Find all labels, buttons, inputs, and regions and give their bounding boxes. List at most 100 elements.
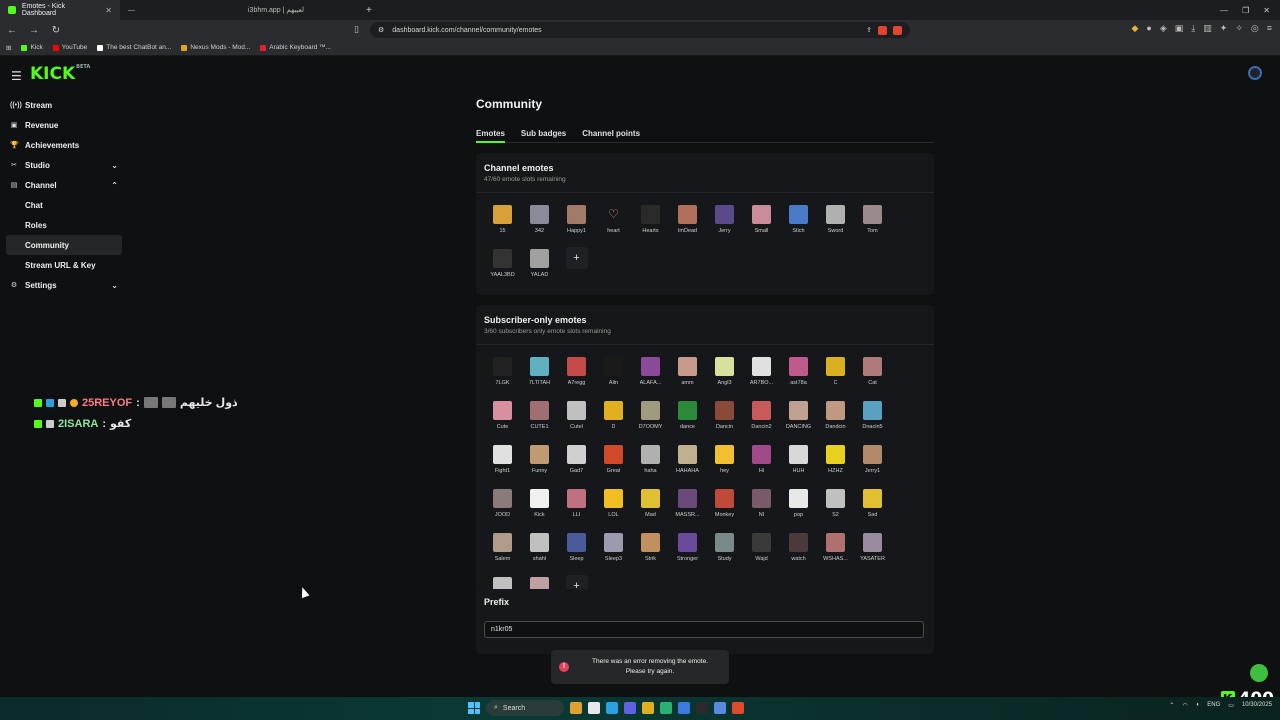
emote-tile[interactable]: LOL <box>595 483 632 527</box>
emote-tile[interactable]: ALAFA... <box>632 351 669 395</box>
emote-tile[interactable]: A7regg <box>558 351 595 395</box>
chevron-down-icon[interactable]: ⌄ <box>111 161 122 170</box>
tab-emotes[interactable]: Emotes <box>476 129 505 143</box>
emote-tile[interactable]: Dancin <box>706 395 743 439</box>
address-bar[interactable]: ⚙ dashboard.kick.com/channel/community/e… <box>370 22 910 38</box>
emote-tile[interactable]: amm <box>669 351 706 395</box>
taskbar-app-icon[interactable] <box>678 702 690 714</box>
sidebar-item-achievements[interactable]: 🏆 Achievements <box>6 135 122 155</box>
emote-tile[interactable]: ImDead <box>669 199 706 243</box>
bookmark-page-icon[interactable]: ▯ <box>354 24 359 35</box>
emote-tile[interactable]: Salem <box>484 527 521 571</box>
emote-tile[interactable]: HAHAHA <box>669 439 706 483</box>
tab-channel-points[interactable]: Channel points <box>582 129 640 143</box>
emote-tile[interactable]: C <box>817 351 854 395</box>
brave-wallet-icon[interactable]: ◆ <box>1131 23 1138 34</box>
emote-tile[interactable]: AR7BO... <box>743 351 780 395</box>
emote-tile[interactable]: pop <box>780 483 817 527</box>
emote-tile[interactable]: 7LGK <box>484 351 521 395</box>
emote-tile[interactable]: Fight1 <box>484 439 521 483</box>
chevron-down-icon[interactable]: ⌄ <box>111 281 122 290</box>
sidebar-item-chat[interactable]: Chat <box>6 195 122 215</box>
restore-icon[interactable]: ❐ <box>1242 6 1249 15</box>
emote-tile[interactable]: ♡ heart <box>595 199 632 243</box>
sidebar-item-studio[interactable]: ✂ Studio ⌄ <box>6 155 122 175</box>
prefix-input[interactable]: n1kr05 <box>484 621 924 638</box>
emote-tile[interactable]: Jerry1 <box>854 439 891 483</box>
emote-tile[interactable]: Cutel <box>558 395 595 439</box>
chevron-up-icon[interactable]: ⌃ <box>1169 702 1174 709</box>
emote-tile[interactable]: HZHZ <box>817 439 854 483</box>
emote-tile[interactable]: Sword <box>817 199 854 243</box>
wifi-icon[interactable]: ◠ <box>1182 702 1187 709</box>
emote-tile[interactable]: Hearts <box>632 199 669 243</box>
vpn-icon[interactable]: ◎ <box>1251 23 1259 34</box>
close-window-icon[interactable]: ✕ <box>1263 6 1270 15</box>
network-icon[interactable]: ▭ <box>1228 702 1234 709</box>
bookmark-kick[interactable]: Kick <box>21 44 43 51</box>
emote-tile[interactable]: Angl3 <box>706 351 743 395</box>
emote-tile[interactable]: Dandcin <box>817 395 854 439</box>
windows-start-icon[interactable] <box>468 702 480 714</box>
sidebar-item-channel[interactable]: ▤ Channel ⌃ <box>6 175 122 195</box>
extension-icon[interactable]: ◈ <box>1160 23 1167 34</box>
emote-tile[interactable]: LLI <box>558 483 595 527</box>
emote-tile[interactable]: Wajd <box>743 527 780 571</box>
emote-tile[interactable]: Sad <box>854 483 891 527</box>
emote-tile[interactable]: D <box>595 395 632 439</box>
extension-icon[interactable]: ▣ <box>1175 23 1184 34</box>
emote-tile[interactable]: watch <box>780 527 817 571</box>
extension-icon[interactable]: ● <box>1146 23 1151 34</box>
emote-tile[interactable]: JOOD <box>484 483 521 527</box>
emote-tile[interactable]: Cute <box>484 395 521 439</box>
sidebar-item-stream[interactable]: ((•)) Stream <box>6 95 122 115</box>
emote-tile[interactable]: Mad <box>632 483 669 527</box>
emote-tile[interactable]: NI <box>743 483 780 527</box>
emote-tile[interactable]: HUH <box>780 439 817 483</box>
extensions-puzzle-icon[interactable]: ✦ <box>1220 23 1228 34</box>
brave-rewards-icon[interactable] <box>893 25 902 35</box>
leo-icon[interactable]: ✧ <box>1235 23 1243 34</box>
taskbar-app-icon[interactable] <box>696 702 708 714</box>
emote-tile[interactable]: Small <box>743 199 780 243</box>
emote-tile[interactable]: CUTE1 <box>521 395 558 439</box>
emote-tile[interactable]: Monkey <box>706 483 743 527</box>
emote-tile[interactable]: Strik <box>632 527 669 571</box>
bookmark-nexus-mods[interactable]: Nexus Mods - Mod... <box>181 44 250 51</box>
language-indicator[interactable]: ENG <box>1207 702 1220 708</box>
brave-shield-icon[interactable] <box>878 25 887 35</box>
taskbar-app-icon[interactable] <box>624 702 636 714</box>
emote-tile[interactable]: D7OOMY <box>632 395 669 439</box>
emote-tile[interactable]: S2 <box>817 483 854 527</box>
taskbar-app-icon[interactable] <box>570 702 582 714</box>
emote-tile[interactable]: shahl <box>521 527 558 571</box>
emote-tile[interactable]: Dnacin5 <box>854 395 891 439</box>
bookmark-arabic-keyboard[interactable]: Arabic Keyboard ™... <box>260 44 331 51</box>
browser-tab[interactable]: i3bhm.app | لعيبهم <box>240 0 360 20</box>
download-icon[interactable]: ⤓ <box>1191 23 1195 34</box>
taskbar-app-icon[interactable] <box>642 702 654 714</box>
menu-icon[interactable]: ≡ <box>1267 23 1272 34</box>
taskbar-app-icon[interactable] <box>660 702 672 714</box>
emote-tile[interactable]: Stich <box>780 199 817 243</box>
taskbar-app-icon[interactable] <box>588 702 600 714</box>
sidebar-toggle-icon[interactable]: ▥ <box>1203 23 1212 34</box>
emote-tile[interactable]: Jerry <box>706 199 743 243</box>
emote-tile[interactable]: Alin <box>595 351 632 395</box>
emote-tile[interactable]: DANCING <box>780 395 817 439</box>
browser-tab-active[interactable]: Emotes - Kick Dashboard ✕ <box>0 0 120 20</box>
emote-tile[interactable]: Sleep <box>558 527 595 571</box>
emote-tile[interactable]: Dancin2 <box>743 395 780 439</box>
emote-tile[interactable]: MASSR... <box>669 483 706 527</box>
emote-tile[interactable]: 15 <box>484 199 521 243</box>
taskbar-search[interactable]: ⌕ Search <box>486 700 564 716</box>
emote-tile[interactable]: WSHAS... <box>817 527 854 571</box>
emote-tile[interactable]: Kick <box>521 483 558 527</box>
emote-tile[interactable]: 7LTITAH <box>521 351 558 395</box>
clock[interactable]: 10/30/2025 <box>1242 701 1272 709</box>
emote-tile[interactable]: Cat <box>854 351 891 395</box>
back-icon[interactable]: ← <box>6 25 18 36</box>
hamburger-menu-icon[interactable]: ☰ <box>11 69 22 83</box>
emote-tile[interactable]: Gad7 <box>558 439 595 483</box>
minimize-icon[interactable]: — <box>1220 6 1228 15</box>
